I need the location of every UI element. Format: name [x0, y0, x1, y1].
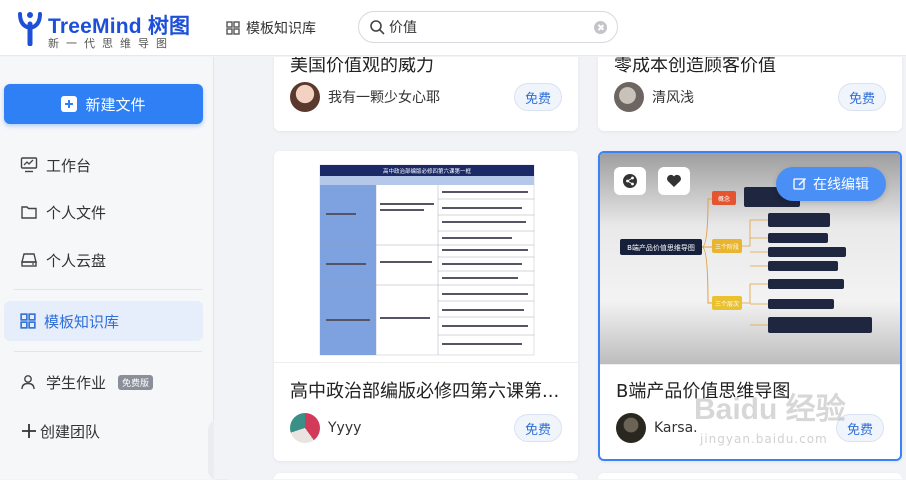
free-button[interactable]: 免费 [838, 83, 886, 111]
avatar [614, 82, 644, 112]
mindmap-node-label: 概念 [718, 195, 730, 203]
logo-slogan: 新一代思维导图 [48, 37, 174, 50]
treemind-logo[interactable]: TreeMind 树图 新一代思维导图 [14, 8, 194, 50]
new-file-label: 新建文件 [85, 95, 146, 114]
card-thumbnail[interactable]: 高中政治部编版必修四第六课第一框 [274, 151, 578, 363]
sidebar: 新建文件 工作台 个人文件 个人云盘 模板知识库 学生作业 免费版 创建团队 [0, 57, 214, 479]
share-button[interactable] [614, 167, 646, 195]
user-icon [21, 375, 35, 390]
sidebar-item-label: 工作台 [46, 156, 92, 175]
card-author[interactable]: Karsa. [616, 413, 698, 443]
template-card[interactable]: 零成本创造顾客价值 清风浅 免费 [598, 57, 902, 131]
sidebar-item-templates[interactable]: 模板知识库 [4, 301, 203, 341]
avatar [616, 413, 646, 443]
sidebar-item-workbench[interactable]: 工作台 [4, 145, 203, 185]
divider [14, 289, 202, 290]
baidu-watermark: Baidu 经验 [694, 393, 846, 426]
sidebar-item-create-team[interactable]: 创建团队 [4, 411, 203, 451]
grid-icon [226, 21, 240, 35]
edit-icon [793, 178, 806, 190]
divider [14, 351, 202, 352]
monitor-icon [20, 157, 38, 173]
template-card[interactable]: 高中政治部编版必修四第六课第一框 高中政治部编版必修四第六课第... Yyyy … [274, 151, 578, 461]
card-thumbnail[interactable]: B端产品价值思维导图 概念 三个阶段 三个层次 在线编辑 [600, 153, 900, 365]
search-icon [370, 20, 385, 35]
add-file-icon [61, 96, 78, 112]
edit-online-label: 在线编辑 [813, 177, 869, 193]
sidebar-item-label: 个人文件 [46, 203, 107, 222]
cloud-disk-icon [21, 253, 37, 267]
nav-templates-label: 模板知识库 [246, 21, 316, 37]
free-button[interactable]: 免费 [514, 83, 562, 111]
treemind-logo-icon [18, 12, 42, 46]
nav-templates-link[interactable]: 模板知识库 [226, 15, 316, 41]
sidebar-item-cloud-disk[interactable]: 个人云盘 [4, 240, 203, 280]
mindmap-node-label: 三个阶段 [715, 243, 739, 251]
heart-icon [667, 174, 681, 187]
author-name: 清风浅 [652, 90, 694, 106]
card-author[interactable]: 我有一颗少女心耶 [290, 82, 440, 112]
table-preview-title: 高中政治部编版必修四第六课第一框 [383, 167, 472, 175]
favorite-button[interactable] [658, 167, 690, 195]
clear-search-icon[interactable] [594, 21, 607, 34]
mindmap-node-label: 三个层次 [715, 300, 739, 308]
template-card[interactable] [598, 473, 902, 479]
edit-online-button[interactable]: 在线编辑 [776, 167, 886, 201]
sidebar-item-label: 模板知识库 [44, 312, 120, 331]
card-title[interactable]: 零成本创造顾客价值 [614, 57, 886, 77]
new-file-button[interactable]: 新建文件 [4, 84, 203, 124]
search-input[interactable] [389, 16, 589, 38]
free-button[interactable]: 免费 [514, 414, 562, 442]
card-author[interactable]: Yyyy [290, 413, 361, 443]
free-badge: 免费版 [118, 374, 154, 390]
author-name: Yyyy [328, 420, 362, 436]
sidebar-item-personal-files[interactable]: 个人文件 [4, 192, 203, 232]
author-name: Karsa. [654, 420, 698, 436]
sidebar-item-label: 创建团队 [40, 422, 101, 441]
template-card[interactable] [274, 473, 578, 479]
card-title[interactable]: 高中政治部编版必修四第六课第... [290, 377, 562, 403]
sidebar-item-label: 学生作业 [46, 373, 107, 392]
search-box[interactable] [358, 11, 618, 43]
table-preview-image: 高中政治部编版必修四第六课第一框 [319, 164, 535, 356]
avatar [290, 82, 320, 112]
plus-icon [22, 424, 36, 438]
share-icon [623, 174, 637, 188]
mindmap-root-label: B端产品价值思维导图 [627, 243, 695, 252]
grid-icon [20, 313, 36, 329]
folder-icon [21, 206, 37, 219]
sidebar-item-label: 个人云盘 [46, 251, 107, 270]
card-author[interactable]: 清风浅 [614, 82, 694, 112]
template-card[interactable]: 美国价值观的威力 我有一颗少女心耶 免费 [274, 57, 578, 131]
top-header: TreeMind 树图 新一代思维导图 模板知识库 [0, 0, 906, 56]
avatar [290, 413, 320, 443]
card-title[interactable]: 美国价值观的威力 [290, 57, 562, 77]
author-name: 我有一颗少女心耶 [328, 90, 440, 106]
baidu-watermark-url: jingyan.baidu.com [700, 432, 828, 446]
sidebar-item-homework[interactable]: 学生作业 免费版 [4, 362, 203, 402]
